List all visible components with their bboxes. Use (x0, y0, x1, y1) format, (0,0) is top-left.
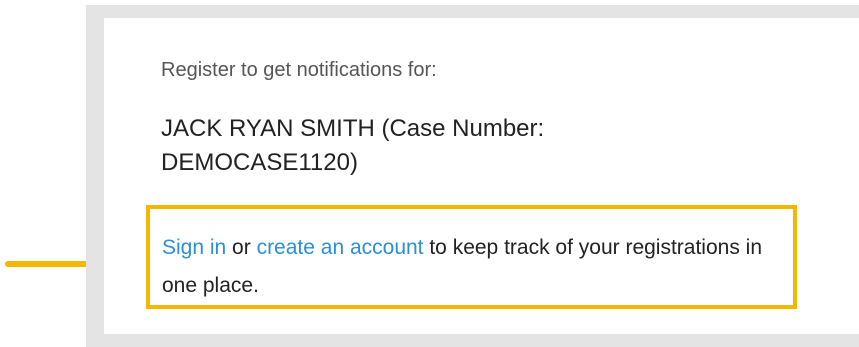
sign-in-link[interactable]: Sign in (162, 236, 226, 259)
case-name-line: JACK RYAN SMITH (Case Number: DEMOCASE11… (161, 115, 545, 176)
signin-connector-text: or (226, 236, 257, 259)
signin-prompt: Sign in or create an account to keep tra… (162, 229, 762, 305)
intro-text: Register to get notifications for: (161, 59, 437, 81)
notification-card: Register to get notifications for: JACK … (104, 18, 859, 334)
signin-highlight-box: Sign in or create an account to keep tra… (146, 205, 797, 309)
notification-panel-frame: Register to get notifications for: JACK … (86, 5, 859, 347)
create-account-link[interactable]: create an account (257, 236, 424, 259)
